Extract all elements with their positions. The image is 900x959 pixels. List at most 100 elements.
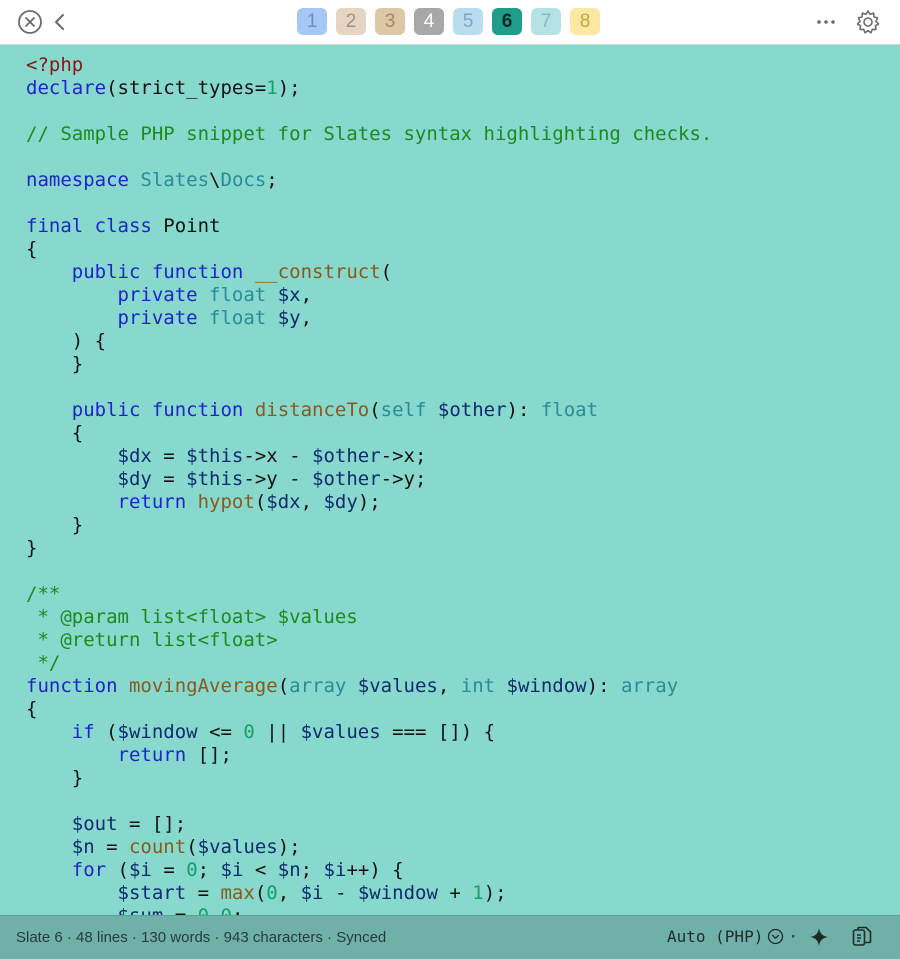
code-token: $i — [323, 859, 347, 881]
code-line: * @param list<float> $values — [26, 606, 712, 629]
code-token: $out — [71, 813, 118, 835]
code-token: $window — [117, 721, 198, 743]
code-token: movingAverage — [128, 675, 278, 697]
code-line: */ — [26, 652, 712, 675]
code-token: array — [620, 675, 679, 697]
code-token: , — [300, 307, 313, 329]
code-token: - — [323, 882, 358, 904]
code-token: $window — [506, 675, 587, 697]
code-token: function — [151, 399, 244, 421]
code-token: $values — [197, 836, 278, 858]
code-editor[interactable]: <?php declare(strict_types=1); // Sample … — [0, 45, 900, 915]
code-token: function — [26, 675, 118, 697]
slate-tab-8[interactable]: 8 — [570, 8, 600, 35]
code-token: 0 — [266, 882, 278, 904]
code-token: return — [117, 744, 187, 766]
code-line: return hypot($dx, $dy); — [26, 491, 712, 514]
slate-tab-5[interactable]: 5 — [453, 8, 483, 35]
code-token: , — [277, 882, 301, 904]
code-token: __construct — [254, 261, 381, 283]
code-token: * @return list<float> — [26, 629, 278, 651]
code-token: ; — [266, 169, 278, 191]
code-line: namespace Slates\Docs; — [26, 169, 712, 192]
code-token: $dx — [266, 491, 301, 513]
code-token: $values — [300, 721, 381, 743]
code-token: count — [128, 836, 187, 858]
code-token: class — [94, 215, 152, 237]
code-token: } — [26, 537, 38, 559]
code-token: function — [151, 261, 244, 283]
code-line: $sum = 0.0; — [26, 905, 712, 915]
code-token: ( — [106, 859, 129, 881]
code-line: declare(strict_types=1); — [26, 77, 712, 100]
code-token: []; — [186, 744, 232, 766]
back-button[interactable] — [46, 8, 74, 36]
ellipsis-icon — [817, 20, 835, 24]
code-line: $dx = $this->x - $other->x; — [26, 445, 712, 468]
code-token: \ — [209, 169, 221, 191]
code-token: ( — [380, 261, 393, 283]
code-token: private — [117, 307, 198, 329]
code-line: if ($window <= 0 || $values === []) { — [26, 721, 712, 744]
separator: · — [210, 929, 224, 946]
close-button[interactable] — [16, 8, 44, 36]
separator: · — [62, 929, 77, 946]
code-token: ->x; — [380, 445, 427, 467]
code-token: Point — [151, 215, 221, 237]
slate-tab-1[interactable]: 1 — [297, 8, 327, 35]
code-token: } — [26, 353, 84, 375]
code-content[interactable]: <?php declare(strict_types=1); // Sample … — [26, 54, 712, 915]
code-token: public — [71, 399, 141, 421]
code-line: ) { — [26, 330, 712, 353]
code-token: int — [460, 675, 496, 697]
code-line: } — [26, 537, 712, 560]
code-token: <= — [197, 721, 244, 743]
slate-tab-3[interactable]: 3 — [375, 8, 405, 35]
code-token: === []) { — [380, 721, 496, 743]
syntax-mode-selector[interactable]: Auto (PHP) · — [667, 927, 798, 946]
separator: · — [322, 929, 337, 946]
code-token: = — [151, 859, 187, 881]
slate-tab-2[interactable]: 2 — [336, 8, 366, 35]
code-line: $out = []; — [26, 813, 712, 836]
settings-button[interactable] — [854, 8, 882, 36]
more-button[interactable] — [812, 8, 840, 36]
slate-tab-7[interactable]: 7 — [531, 8, 561, 35]
code-token: = — [163, 905, 197, 915]
code-token: for — [71, 859, 107, 881]
code-token: ( — [254, 491, 267, 513]
code-token: || — [254, 721, 301, 743]
code-token: ): — [586, 675, 621, 697]
code-token: <?php — [26, 54, 84, 76]
slate-tab-6[interactable]: 6 — [492, 8, 522, 35]
code-token: if — [71, 721, 95, 743]
code-token: = — [151, 445, 187, 467]
code-token: = — [151, 468, 187, 490]
code-token: float — [209, 307, 267, 329]
code-token: public — [71, 261, 141, 283]
code-token: Slates — [140, 169, 210, 191]
code-token: ) { — [26, 330, 107, 352]
ai-button[interactable] — [808, 926, 830, 948]
slate-name: Slate 6 — [16, 929, 63, 946]
toolbar: 12345678 — [0, 0, 900, 45]
slate-tab-4[interactable]: 4 — [414, 8, 444, 35]
code-token: ->y - — [243, 468, 313, 490]
copy-button[interactable] — [850, 925, 874, 949]
